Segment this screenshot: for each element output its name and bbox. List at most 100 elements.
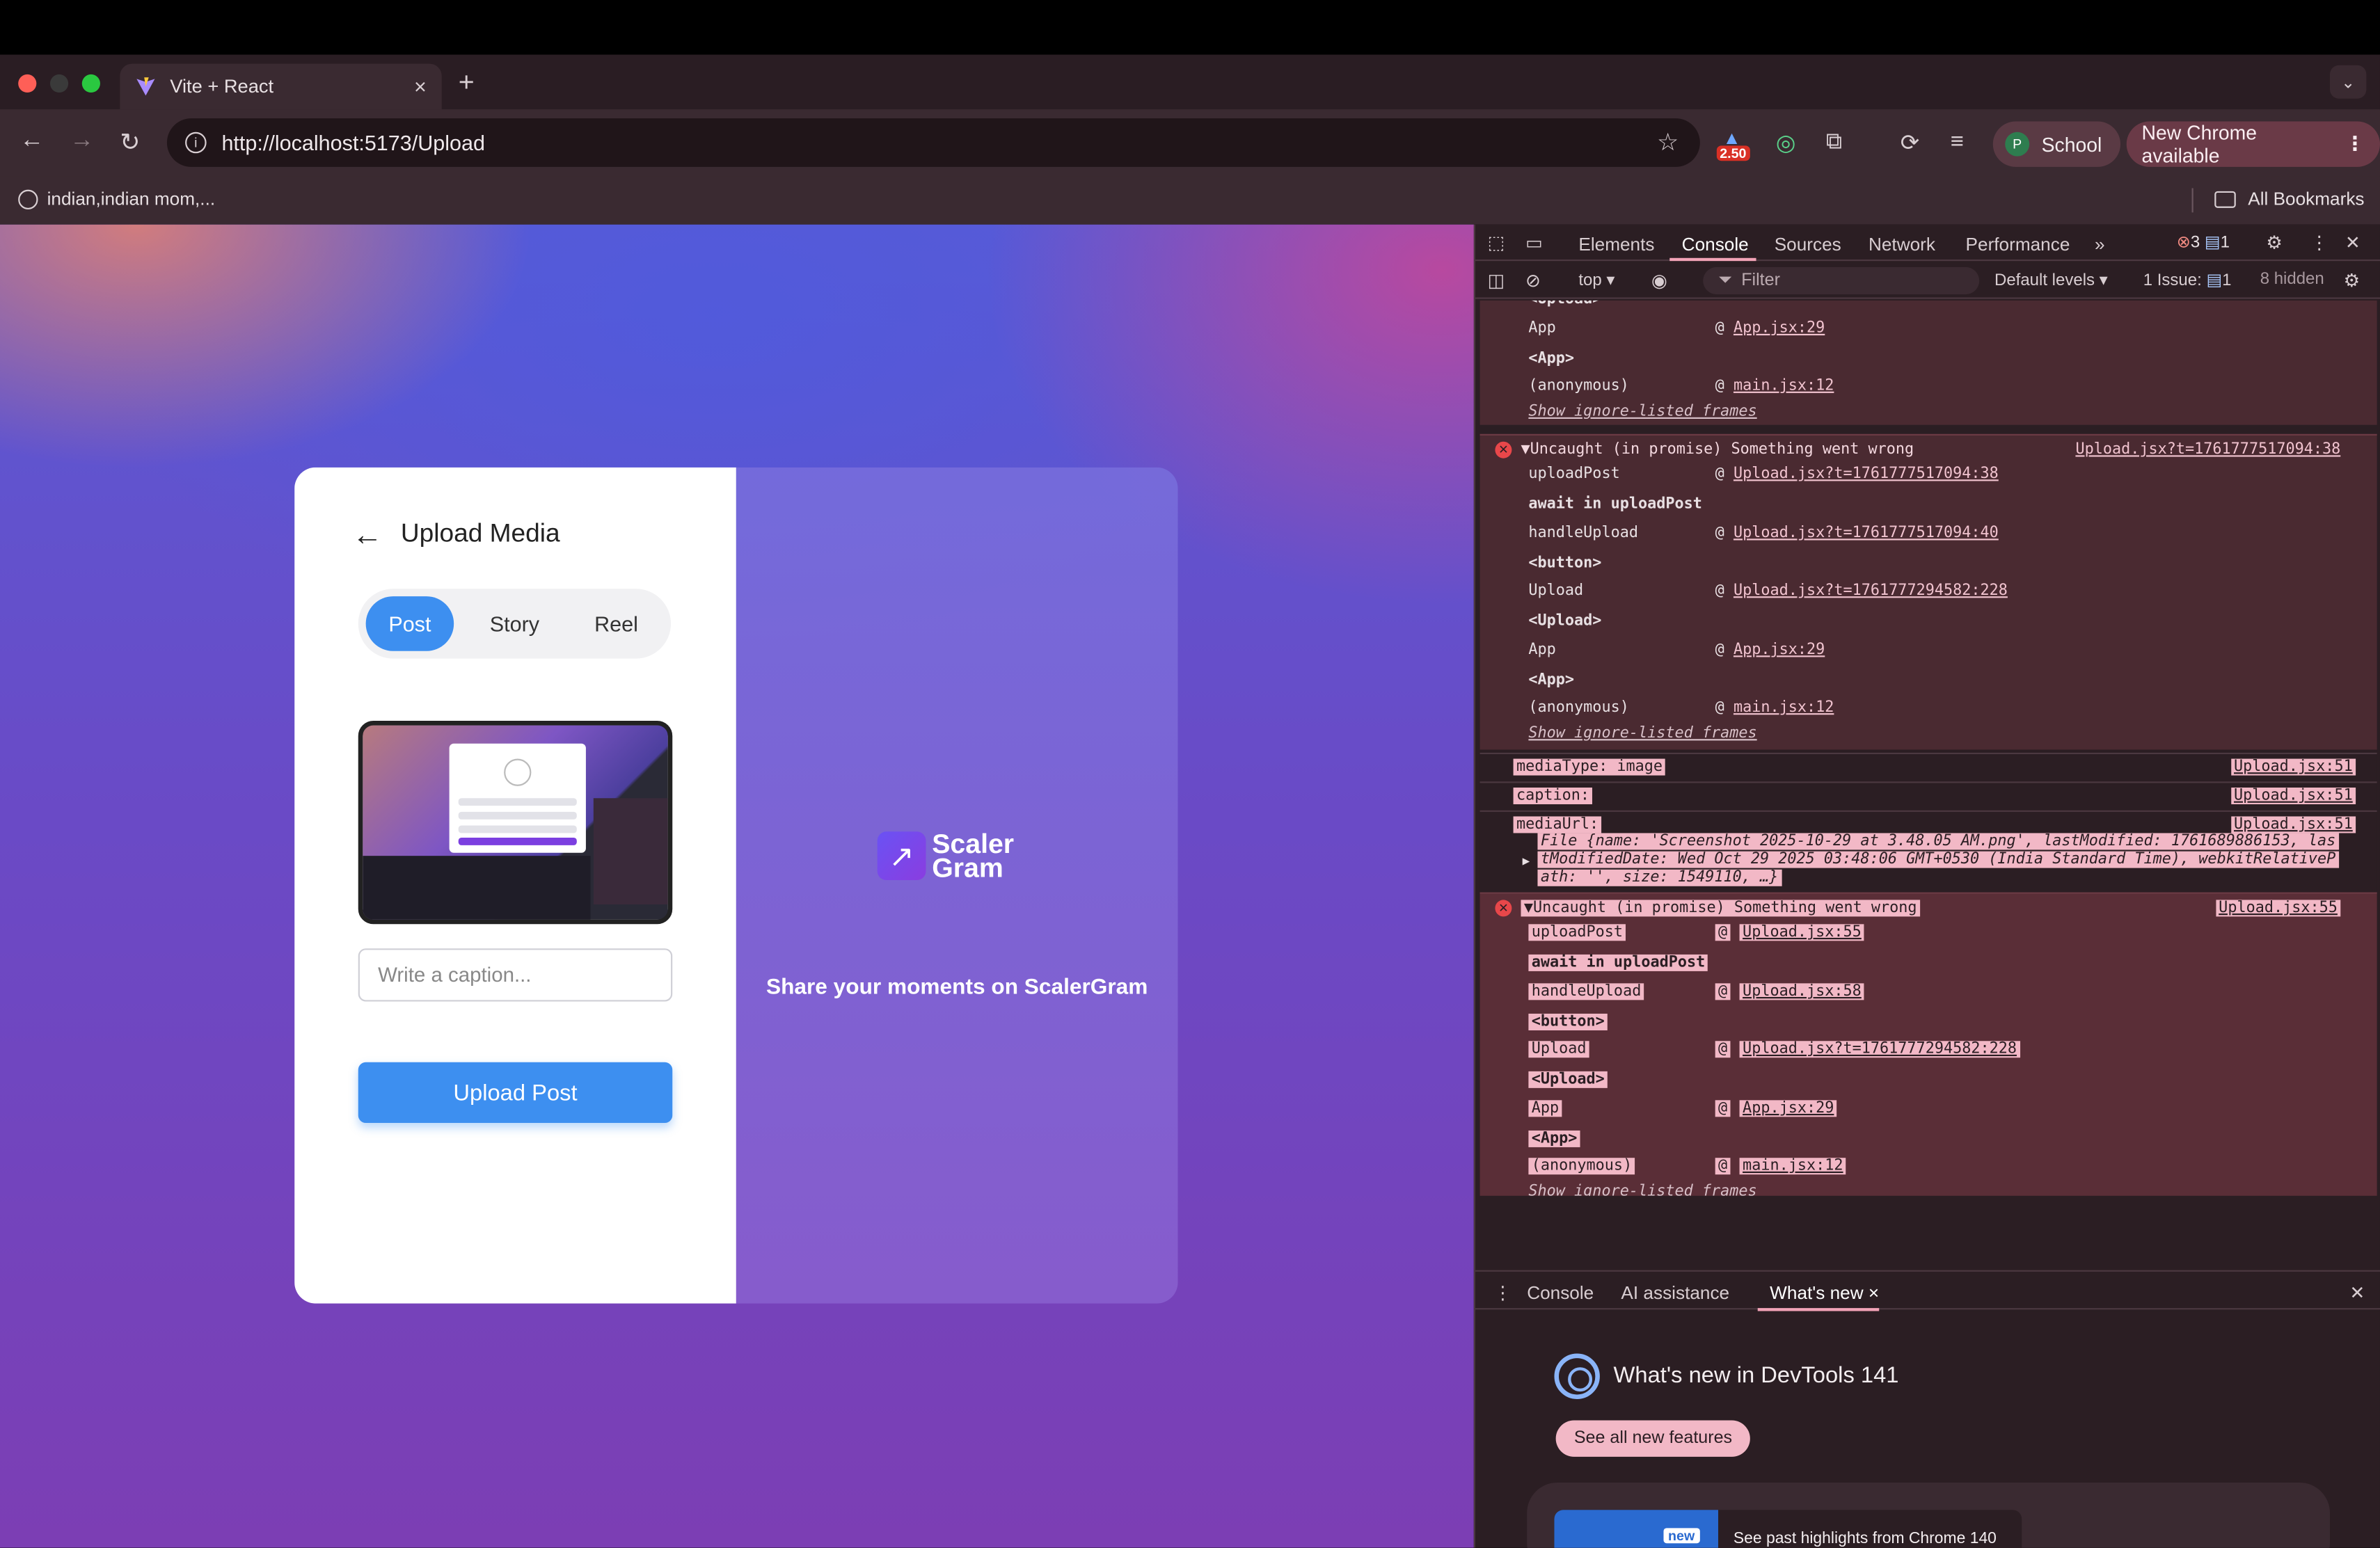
drawer-tab-console[interactable]: Console xyxy=(1527,1282,1594,1304)
target-extension-icon[interactable]: ◎ xyxy=(1776,129,1796,157)
message-icon: ▤ xyxy=(2204,233,2221,253)
source-link[interactable]: Upload.jsx:55 xyxy=(1739,924,1865,941)
bookmark-star-icon[interactable]: ☆ xyxy=(1657,127,1679,158)
source-link[interactable]: Upload.jsx:51 xyxy=(2230,788,2356,804)
bookmark-item[interactable]: indian,indian mom,... xyxy=(18,188,215,209)
more-tabs-icon[interactable]: » xyxy=(2095,234,2105,255)
source-link[interactable]: App.jsx:29 xyxy=(1739,1100,1837,1117)
tab-performance[interactable]: Performance xyxy=(1966,234,2070,255)
console-log-row: mediaType: image Upload.jsx:51 xyxy=(1479,752,2377,782)
tab-close-icon[interactable]: × xyxy=(414,74,427,99)
back-icon[interactable]: ← xyxy=(19,127,44,154)
source-link[interactable]: main.jsx:12 xyxy=(1739,1158,1846,1175)
source-link[interactable]: Upload.jsx:55 xyxy=(2215,900,2341,917)
reload-icon[interactable]: ↻ xyxy=(120,127,140,158)
logo-text: Scaler Gram xyxy=(932,830,1014,881)
error-icon: ✕ xyxy=(1495,441,1512,458)
site-info-icon[interactable]: i xyxy=(185,131,207,154)
all-bookmarks-button[interactable]: All Bookmarks xyxy=(2214,188,2365,209)
source-link[interactable]: Upload.jsx:51 xyxy=(2230,816,2356,833)
extension-icon[interactable]: ▲ 2.50 xyxy=(1716,127,1756,164)
extensions-puzzle-icon[interactable]: ⧉ xyxy=(1826,129,1842,154)
drawer-menu-icon[interactable]: ⋮ xyxy=(1493,1282,1512,1304)
frame-at: @ App.jsx:29 xyxy=(1715,320,1825,337)
tab-elements[interactable]: Elements xyxy=(1578,234,1654,255)
show-ignore-listed-frames[interactable]: Show ignore-listed frames xyxy=(1528,1183,1756,1195)
show-ignore-listed-frames[interactable]: Show ignore-listed frames xyxy=(1528,404,1756,420)
context-selector[interactable]: top ▾ xyxy=(1578,270,1615,289)
caption-input[interactable]: Write a caption... xyxy=(358,948,673,1002)
close-devtools-icon[interactable]: ✕ xyxy=(2345,232,2361,254)
issues-button[interactable]: 1 Issue: ▤1 xyxy=(2143,270,2232,289)
source-link[interactable]: Upload.jsx?t=1761777294582:228 xyxy=(1734,583,2008,600)
minimize-window-button[interactable] xyxy=(49,74,69,93)
tab-story[interactable]: Story xyxy=(464,596,564,651)
new-tab-button[interactable]: + xyxy=(459,67,475,99)
message-count: 1 xyxy=(2220,233,2230,253)
tab-reel[interactable]: Reel xyxy=(571,596,662,651)
drawer-tab-ai-assistance[interactable]: AI assistance xyxy=(1621,1282,1729,1304)
frame-label: <Upload> xyxy=(1528,301,1601,308)
error-header[interactable]: ✕ ▼Uncaught (in promise) Something went w… xyxy=(1495,900,1920,917)
frame-fn: App xyxy=(1528,320,1556,337)
update-chrome-button[interactable]: New Chrome available ⋮ xyxy=(2126,121,2380,167)
upload-post-button[interactable]: Upload Post xyxy=(358,1062,673,1124)
source-link[interactable]: Upload.jsx?t=1761777294582:228 xyxy=(1739,1041,2020,1058)
drawer-tab-whats-new[interactable]: What's new × xyxy=(1770,1282,1879,1304)
tab-network[interactable]: Network xyxy=(1869,234,1935,255)
back-arrow-icon[interactable]: ← xyxy=(352,519,383,554)
forward-icon[interactable]: → xyxy=(70,127,94,154)
all-bookmarks-label: All Bookmarks xyxy=(2248,188,2365,209)
source-link[interactable]: App.jsx:29 xyxy=(1734,320,1825,337)
device-toggle-icon[interactable]: ▭ xyxy=(1525,232,1543,254)
source-link[interactable]: Upload.jsx:58 xyxy=(1739,983,1865,1000)
frame-fn: App xyxy=(1528,1100,1562,1117)
whats-new-panel: What's new in DevTools 141 See all new f… xyxy=(1475,1311,2380,1548)
source-link[interactable]: Upload.jsx:51 xyxy=(2230,758,2356,776)
source-link[interactable]: App.jsx:29 xyxy=(1734,642,1825,659)
tab-sources[interactable]: Sources xyxy=(1775,234,1841,255)
tab-post[interactable]: Post xyxy=(365,596,454,651)
log-levels-dropdown[interactable]: Default levels ▾ xyxy=(1994,270,2108,289)
expand-triangle-icon[interactable]: ▶ xyxy=(1523,854,1530,868)
live-expression-eye-icon[interactable]: ◉ xyxy=(1651,270,1667,292)
close-drawer-icon[interactable]: ✕ xyxy=(2349,1282,2365,1304)
source-link[interactable]: Upload.jsx?t=1761777517094:38 xyxy=(2075,442,2340,458)
browser-tab[interactable]: Vite + React × xyxy=(120,63,442,110)
highlight-item[interactable]: new See past highlights from Chrome 140 xyxy=(1554,1510,2022,1548)
tab-search-button[interactable]: ⌄ xyxy=(2330,65,2367,99)
file-object-preview[interactable]: File {name: 'Screenshot 2025-10-29 at 3.… xyxy=(1537,833,2339,888)
devtools-menu-icon[interactable]: ⋮ xyxy=(2310,232,2329,254)
source-link[interactable]: main.jsx:12 xyxy=(1734,378,1834,394)
maximize-window-button[interactable] xyxy=(81,74,100,93)
source-link[interactable]: main.jsx:12 xyxy=(1734,699,1834,716)
source-link[interactable]: Upload.jsx?t=1761777517094:38 xyxy=(1734,466,1999,483)
close-window-button[interactable] xyxy=(18,74,37,93)
address-bar[interactable]: i http://localhost:5173/Upload ☆ xyxy=(166,118,1700,167)
reading-list-icon[interactable]: ≡ xyxy=(1951,129,1964,154)
page-viewport: ← Upload Media Post Story Reel Write a c… xyxy=(0,224,1474,1548)
see-all-features-button[interactable]: See all new features xyxy=(1555,1420,1751,1457)
profile-button[interactable]: P School xyxy=(1992,121,2120,167)
error-header[interactable]: ✕ ▼Uncaught (in promise) Something went w… xyxy=(1495,441,1914,458)
shield-extension-icon[interactable]: ⟳ xyxy=(1901,129,1919,157)
extension-badge: 2.50 xyxy=(1716,145,1750,161)
settings-gear-icon[interactable]: ⚙ xyxy=(2266,232,2282,254)
sidebar-toggle-icon[interactable]: ◫ xyxy=(1487,270,1505,292)
error-counter[interactable]: ⊗3 ▤1 xyxy=(2177,232,2230,252)
tab-strip: Vite + React × + ⌄ xyxy=(0,54,2380,110)
inspect-element-icon[interactable]: ⬚ xyxy=(1487,232,1505,254)
issues-count: 1 xyxy=(2222,271,2232,290)
show-ignore-listed-frames[interactable]: Show ignore-listed frames xyxy=(1528,726,1756,742)
tab-console[interactable]: Console xyxy=(1682,234,1749,255)
filter-input[interactable]: ⏷ Filter xyxy=(1703,266,1980,295)
video-thumbnail: new xyxy=(1554,1510,1719,1548)
divider xyxy=(2191,188,2193,213)
issue-icon: ▤ xyxy=(2206,271,2223,290)
clear-console-icon[interactable]: ⊘ xyxy=(1525,270,1541,292)
source-link[interactable]: Upload.jsx?t=1761777517094:40 xyxy=(1734,525,1999,542)
error-count: 3 xyxy=(2190,233,2200,253)
console-settings-icon[interactable]: ⚙ xyxy=(2344,270,2360,292)
log-text: mediaType: image xyxy=(1513,758,1666,776)
tab-title: Vite + React xyxy=(170,76,274,97)
